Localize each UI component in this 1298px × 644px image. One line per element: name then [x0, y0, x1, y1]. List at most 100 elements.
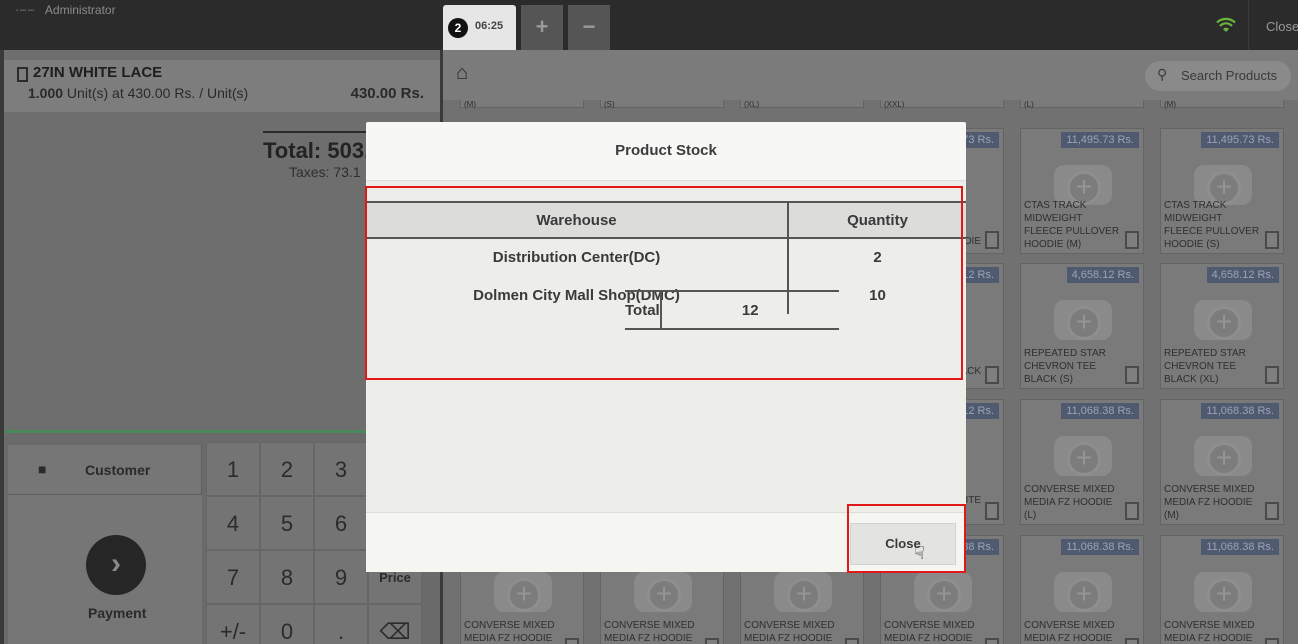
product-tile[interactable]: (M)	[1160, 100, 1284, 109]
product-placeholder-image: +	[1188, 558, 1258, 616]
warehouse-column-header: Warehouse	[366, 201, 788, 239]
product-stock-icon[interactable]	[985, 366, 999, 384]
top-bar: ▪ ▪▪▪ ▪▪▪ Administrator 2 06:25 + − Clos…	[0, 0, 1298, 50]
product-stock-icon[interactable]	[1265, 638, 1279, 644]
key-decimal[interactable]: .	[314, 604, 368, 644]
product-tile-name: (XL)	[744, 100, 760, 109]
logo: ▪ ▪▪▪ ▪▪▪	[16, 7, 35, 14]
product-tile[interactable]: 11,495.73 Rs. + CTAS TRACK MIDWEIGHT FLE…	[1020, 128, 1144, 254]
product-tile-name: (M)	[1164, 100, 1176, 109]
dialog-footer: Close	[366, 512, 966, 572]
backspace-button[interactable]: ⌫	[368, 604, 422, 644]
product-name: 27IN WHITE LACE	[33, 64, 163, 81]
product-tile-name: (XXL)	[884, 100, 905, 109]
product-tile[interactable]: 11,495.73 Rs. + CTAS TRACK MIDWEIGHT FLE…	[1160, 128, 1284, 254]
home-icon[interactable]: ⌂	[456, 62, 468, 85]
product-tile[interactable]: (M)	[460, 100, 584, 109]
payment-label: Payment	[88, 605, 147, 621]
product-stock-icon[interactable]	[985, 231, 999, 249]
product-stock-icon[interactable]	[985, 502, 999, 520]
product-tile-name: CONVERSE MIXED MEDIA FZ HOODIE (S)	[464, 620, 555, 644]
product-tile[interactable]: 4,658.12 Rs. + REPEATED STAR CHEVRON TEE…	[1160, 263, 1284, 389]
product-stock-icon[interactable]	[705, 638, 719, 644]
order-tab[interactable]: 2 06:25	[443, 5, 516, 50]
key-5[interactable]: 5	[260, 496, 314, 550]
table-row: Distribution Center(DC) 2	[366, 238, 966, 276]
key-7[interactable]: 7	[206, 550, 260, 604]
close-session-button[interactable]: Close	[1248, 0, 1298, 50]
product-tile[interactable]: 11,068.38 Rs. + CONVERSE MIXED MEDIA FZ …	[1160, 399, 1284, 525]
warehouse-cell: Distribution Center(DC)	[492, 249, 661, 266]
product-stock-icon[interactable]	[1265, 231, 1279, 249]
product-tile-name: CTAS TRACK MIDWEIGHT FLEECE PULLOVER HOO…	[1024, 200, 1120, 250]
product-tile-price: 11,068.38 Rs.	[1201, 539, 1279, 555]
user-icon: ■	[38, 461, 47, 477]
product-stock-icon[interactable]	[17, 67, 28, 82]
product-stock-icon[interactable]	[1265, 366, 1279, 384]
customer-label: Customer	[85, 462, 151, 478]
product-stock-icon[interactable]	[845, 638, 859, 644]
order-line[interactable]: 27IN WHITE LACE 1.000 Unit(s) at 430.00 …	[4, 60, 440, 112]
product-quantity: 1.000 Unit(s) at 430.00 Rs. / Unit(s)	[28, 85, 248, 101]
key-8[interactable]: 8	[260, 550, 314, 604]
customer-button[interactable]: ■ Customer	[8, 445, 202, 495]
product-tile-name: REPEATED STAR CHEVRON TEE BLACK (S)	[1024, 348, 1106, 385]
product-tile[interactable]: (S)	[600, 100, 724, 109]
key-0[interactable]: 0	[260, 604, 314, 644]
product-stock-icon[interactable]	[1125, 366, 1139, 384]
dialog-title: Product Stock	[615, 142, 717, 159]
stock-table: Warehouse Quantity Distribution Center(D…	[366, 201, 966, 330]
key-4[interactable]: 4	[206, 496, 260, 550]
chevron-right-icon: ›	[86, 535, 146, 595]
dialog-body: Warehouse Quantity Distribution Center(D…	[366, 180, 966, 512]
product-tile[interactable]: (XXL)	[880, 100, 1004, 109]
payment-button[interactable]: › Payment	[8, 495, 202, 644]
product-stock-dialog: Product Stock Warehouse Quantity Distrib…	[366, 122, 966, 572]
product-stock-icon[interactable]	[1125, 231, 1139, 249]
key-plus-minus[interactable]: +/-	[206, 604, 260, 644]
total-quantity-cell: 12	[659, 290, 839, 330]
product-tile[interactable]: (L)	[1020, 100, 1144, 109]
product-tile-name: CONVERSE MIXED MEDIA FZ HOODIE (L)	[1024, 484, 1115, 521]
product-stock-icon[interactable]	[1265, 502, 1279, 520]
search-icon: ⚲	[1157, 66, 1168, 82]
product-tile-price: 4,658.12 Rs.	[1066, 267, 1139, 283]
key-6[interactable]: 6	[314, 496, 368, 550]
product-tile-name: CONVERSE MIXED MEDIA FZ HOODIE (S)	[1164, 620, 1255, 644]
product-tile-name: CONVERSE MIXED MEDIA FZ HOODIE (M)	[1164, 484, 1255, 521]
product-tile[interactable]: 11,068.38 Rs. + CONVERSE MIXED MEDIA FZ …	[1160, 535, 1284, 644]
product-tile-name: (L)	[1024, 100, 1034, 109]
product-stock-icon[interactable]	[985, 638, 999, 644]
user-info: ▪ ▪▪▪ ▪▪▪ Administrator	[16, 3, 116, 17]
wifi-icon	[1206, 10, 1246, 44]
new-order-button[interactable]: +	[521, 5, 563, 50]
total-label-cell: Total	[625, 290, 661, 330]
product-tile[interactable]: 11,068.38 Rs. + CONVERSE MIXED MEDIA FZ …	[1020, 399, 1144, 525]
product-tile-name: (M)	[464, 100, 476, 109]
product-placeholder-image: +	[1048, 422, 1118, 480]
product-tile-name: CONVERSE MIXED MEDIA FZ HOODIE (XL)	[604, 620, 695, 644]
search-placeholder: Search Products	[1181, 68, 1278, 83]
key-1[interactable]: 1	[206, 442, 260, 496]
key-2[interactable]: 2	[260, 442, 314, 496]
product-tile[interactable]: (XL)	[740, 100, 864, 109]
product-tile-name: CTAS TRACK MIDWEIGHT FLEECE PULLOVER HOO…	[1164, 200, 1260, 250]
product-placeholder-image: +	[1188, 422, 1258, 480]
product-tile[interactable]: 11,068.38 Rs. + CONVERSE MIXED MEDIA FZ …	[1020, 535, 1144, 644]
key-3[interactable]: 3	[314, 442, 368, 496]
delete-order-button[interactable]: −	[568, 5, 610, 50]
key-9[interactable]: 9	[314, 550, 368, 604]
hand-pointer-icon: ☟	[914, 543, 925, 563]
product-tile-price: 11,068.38 Rs.	[1061, 539, 1139, 555]
product-tile[interactable]: 4,658.12 Rs. + REPEATED STAR CHEVRON TEE…	[1020, 263, 1144, 389]
product-tile-price: 11,495.73 Rs.	[1201, 132, 1279, 148]
username: Administrator	[44, 3, 116, 17]
product-stock-icon[interactable]	[1125, 638, 1139, 644]
unit-price-text: Unit(s) at 430.00 Rs. / Unit(s)	[63, 85, 249, 101]
product-tile-name: CONVERSE MIXED MEDIA FZ HOODIE (XXL)	[744, 620, 835, 644]
product-stock-icon[interactable]	[565, 638, 579, 644]
product-stock-icon[interactable]	[1125, 502, 1139, 520]
table-header-row: Warehouse Quantity	[366, 201, 966, 239]
search-input[interactable]: ⚲ Search Products	[1145, 61, 1291, 91]
close-button[interactable]: Close	[850, 523, 956, 565]
